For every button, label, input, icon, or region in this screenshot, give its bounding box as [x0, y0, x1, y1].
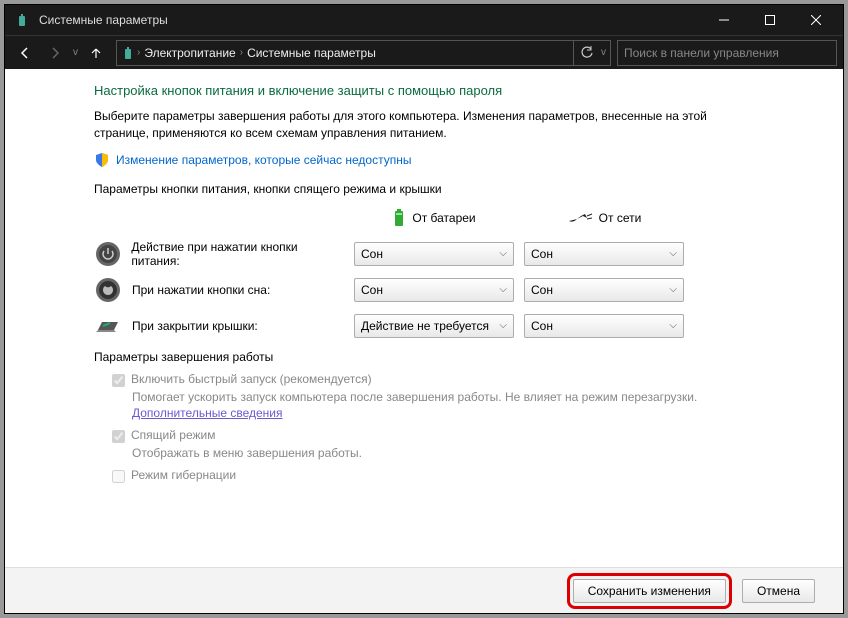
- chevron-down-icon: ⌵: [669, 248, 677, 259]
- power-button-icon: [94, 240, 121, 268]
- page-description: Выберите параметры завершения работы для…: [94, 108, 754, 142]
- sleep-checkbox: [112, 430, 125, 443]
- forward-button[interactable]: [41, 39, 69, 67]
- lid-icon: [94, 312, 122, 340]
- hibernate-checkbox: [112, 470, 125, 483]
- minimize-button[interactable]: [701, 5, 747, 35]
- lid-label: При закрытии крышки:: [132, 319, 258, 333]
- battery-icon: [392, 208, 406, 228]
- save-button[interactable]: Сохранить изменения: [573, 579, 726, 603]
- battery-icon: [121, 45, 137, 61]
- power-buttons-legend: Параметры кнопки питания, кнопки спящего…: [94, 182, 754, 196]
- shield-icon: [94, 152, 110, 168]
- hibernate-label: Режим гибернации: [131, 468, 236, 482]
- history-dropdown[interactable]: v: [73, 47, 78, 58]
- fast-startup-description: Помогает ускорить запуск компьютера посл…: [132, 389, 754, 423]
- shutdown-legend: Параметры завершения работы: [94, 350, 754, 364]
- chevron-down-icon: ⌵: [669, 320, 677, 331]
- up-button[interactable]: [82, 39, 110, 67]
- breadcrumb-system[interactable]: Системные параметры: [243, 46, 380, 60]
- sleep-button-ac-select[interactable]: Сон⌵: [524, 278, 684, 302]
- lid-ac-select[interactable]: Сон⌵: [524, 314, 684, 338]
- cancel-button[interactable]: Отмена: [742, 579, 815, 603]
- power-button-ac-select[interactable]: Сон⌵: [524, 242, 684, 266]
- back-button[interactable]: [11, 39, 39, 67]
- chevron-down-icon: ⌵: [499, 248, 507, 259]
- sleep-button-icon: [94, 276, 122, 304]
- address-bar[interactable]: › Электропитание › Системные параметры v: [116, 40, 611, 66]
- maximize-button[interactable]: [747, 5, 793, 35]
- chevron-down-icon: ⌵: [669, 284, 677, 295]
- sleep-description: Отображать в меню завершения работы.: [132, 445, 754, 462]
- power-button-battery-select[interactable]: Сон⌵: [354, 242, 514, 266]
- battery-icon: [15, 12, 31, 28]
- window-title: Системные параметры: [39, 13, 701, 27]
- sleep-button-label: При нажатии кнопки сна:: [132, 283, 270, 297]
- more-info-link[interactable]: Дополнительные сведения: [132, 406, 282, 420]
- fast-startup-label: Включить быстрый запуск (рекомендуется): [131, 372, 372, 386]
- sleep-label: Спящий режим: [131, 428, 215, 442]
- column-ac: От сети: [524, 207, 684, 229]
- chevron-down-icon: ⌵: [499, 320, 507, 331]
- plug-icon: [567, 211, 593, 225]
- breadcrumb-power[interactable]: Электропитание: [140, 46, 239, 60]
- power-button-label: Действие при нажатии кнопки питания:: [131, 240, 344, 268]
- refresh-button[interactable]: [573, 40, 599, 66]
- lid-battery-select[interactable]: Действие не требуется⌵: [354, 314, 514, 338]
- search-input[interactable]: Поиск в панели управления: [617, 40, 837, 66]
- chevron-down-icon: ⌵: [499, 284, 507, 295]
- change-unavailable-link[interactable]: Изменение параметров, которые сейчас нед…: [116, 153, 412, 167]
- page-title: Настройка кнопок питания и включение защ…: [94, 83, 754, 98]
- fast-startup-checkbox: [112, 374, 125, 387]
- sleep-button-battery-select[interactable]: Сон⌵: [354, 278, 514, 302]
- close-button[interactable]: [793, 5, 839, 35]
- column-battery: От батареи: [354, 204, 514, 232]
